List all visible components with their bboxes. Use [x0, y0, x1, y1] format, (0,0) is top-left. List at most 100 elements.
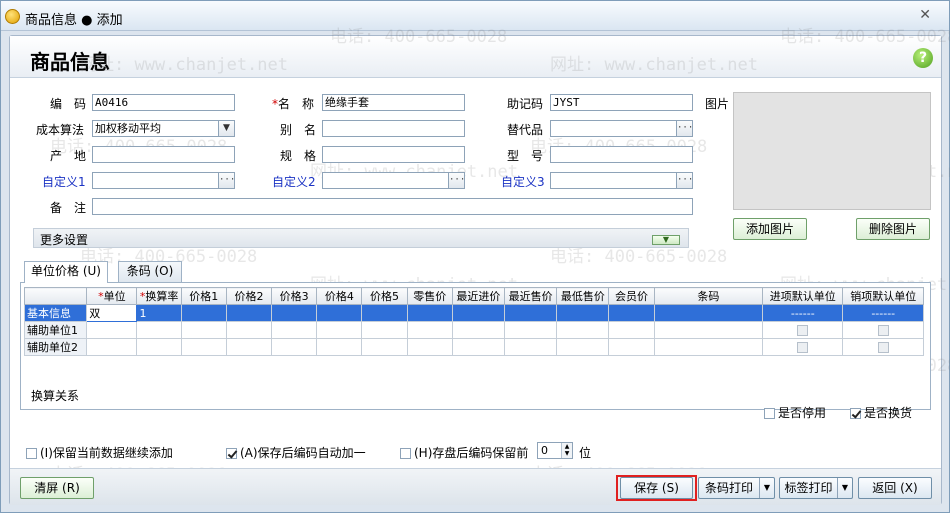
remark-field[interactable]: [92, 198, 693, 215]
custom3-label[interactable]: 自定义3: [501, 173, 545, 190]
delete-image-button[interactable]: 删除图片: [856, 218, 930, 240]
out-default-cell[interactable]: ------: [842, 304, 924, 322]
grid-cell[interactable]: [451, 321, 506, 339]
grid-cell[interactable]: [653, 321, 764, 339]
col-retail[interactable]: 零售价: [406, 287, 453, 305]
close-icon[interactable]: ✕: [919, 7, 931, 23]
table-row[interactable]: 基本信息 双 1 ------ ------: [23, 304, 924, 322]
grid-cell[interactable]: [504, 338, 558, 356]
help-icon[interactable]: ?: [913, 48, 933, 68]
grid-cell[interactable]: [271, 304, 318, 322]
grid-cell[interactable]: [653, 304, 764, 322]
col-min-sale[interactable]: 最低售价: [556, 287, 610, 305]
grid-cell[interactable]: [225, 304, 273, 322]
disabled-checkbox[interactable]: 是否停用: [764, 404, 826, 421]
grid-cell[interactable]: [406, 304, 453, 322]
checkbox-box[interactable]: [764, 408, 775, 419]
out-default-cell[interactable]: [842, 338, 924, 356]
grid-cell[interactable]: [361, 304, 408, 322]
grid-cell[interactable]: [225, 321, 273, 339]
substitute-field[interactable]: ···: [550, 120, 693, 137]
col-price3[interactable]: 价格3: [271, 287, 318, 305]
add-image-button[interactable]: 添加图片: [733, 218, 807, 240]
grid-cell[interactable]: [316, 321, 363, 339]
rate-cell[interactable]: [136, 338, 182, 356]
barcode-print-button[interactable]: 条码打印 ▼: [698, 477, 775, 499]
grid-cell[interactable]: [180, 304, 227, 322]
ellipsis-icon[interactable]: ···: [448, 173, 464, 188]
grid-cell[interactable]: [361, 338, 408, 356]
more-settings-bar[interactable]: 更多设置 ▼: [33, 228, 689, 248]
grid-cell[interactable]: [504, 321, 558, 339]
grid-cell[interactable]: [271, 321, 318, 339]
grid-cell[interactable]: [406, 321, 453, 339]
grid-cell[interactable]: [608, 321, 655, 339]
grid-cell[interactable]: [608, 338, 655, 356]
in-default-cell[interactable]: [762, 338, 844, 356]
table-row[interactable]: 辅助单位1: [23, 321, 924, 339]
grid-cell[interactable]: [504, 304, 558, 322]
custom1-field[interactable]: ···: [92, 172, 235, 189]
grid-cell[interactable]: [608, 304, 655, 322]
col-in-default[interactable]: 进项默认单位: [762, 287, 844, 305]
grid-cell[interactable]: [316, 304, 363, 322]
col-rate[interactable]: *换算率: [136, 287, 182, 305]
col-unit[interactable]: *单位: [86, 287, 138, 305]
grid-cell[interactable]: [556, 321, 610, 339]
keep-data-checkbox[interactable]: (I)保留当前数据继续添加: [26, 444, 173, 461]
grid-cell[interactable]: [451, 338, 506, 356]
col-barcode[interactable]: 条码: [653, 287, 764, 305]
chevron-down-icon[interactable]: ▼: [759, 478, 774, 498]
col-price4[interactable]: 价格4: [316, 287, 363, 305]
checkbox[interactable]: [877, 342, 889, 353]
custom2-field[interactable]: ···: [322, 172, 465, 189]
col-member[interactable]: 会员价: [608, 287, 655, 305]
custom3-field[interactable]: ···: [550, 172, 693, 189]
col-price5[interactable]: 价格5: [361, 287, 408, 305]
grid-cell[interactable]: [180, 338, 227, 356]
col-last-sale[interactable]: 最近售价: [504, 287, 558, 305]
grid-cell[interactable]: [316, 338, 363, 356]
table-row[interactable]: 辅助单位2: [23, 338, 924, 356]
alias-field[interactable]: [322, 120, 465, 137]
digits-stepper[interactable]: 0 ▲ ▼: [537, 442, 573, 459]
cost-method-select[interactable]: 加权移动平均 ▼: [92, 120, 235, 137]
checkbox-box[interactable]: [226, 448, 237, 459]
unit-cell[interactable]: [86, 338, 138, 356]
tab-barcode[interactable]: 条码 (O): [118, 261, 182, 282]
unit-cell[interactable]: [86, 321, 138, 339]
grid-cell[interactable]: [225, 338, 273, 356]
in-default-cell[interactable]: [762, 321, 844, 339]
rate-cell[interactable]: 1: [136, 304, 182, 322]
custom2-label[interactable]: 自定义2: [272, 173, 316, 190]
checkbox-box[interactable]: [26, 448, 37, 459]
out-default-cell[interactable]: [842, 321, 924, 339]
spec-field[interactable]: [322, 146, 465, 163]
in-default-cell[interactable]: ------: [762, 304, 844, 322]
checkbox-box[interactable]: [850, 408, 861, 419]
grid-cell[interactable]: [451, 304, 506, 322]
custom1-label[interactable]: 自定义1: [42, 173, 86, 190]
model-field[interactable]: [550, 146, 693, 163]
grid-cell[interactable]: [653, 338, 764, 356]
chevron-down-icon[interactable]: ▼: [218, 121, 234, 136]
exchangeable-checkbox[interactable]: 是否换货: [850, 404, 912, 421]
col-last-purchase[interactable]: 最近进价: [451, 287, 506, 305]
keep-prefix-checkbox[interactable]: (H)存盘后编码保留前: [400, 444, 528, 461]
name-field[interactable]: 绝缘手套: [322, 94, 465, 111]
grid-cell[interactable]: [556, 304, 610, 322]
grid-cell[interactable]: [556, 338, 610, 356]
chevron-down-icon[interactable]: ▼: [652, 235, 680, 245]
col-out-default[interactable]: 销项默认单位: [842, 287, 924, 305]
return-button[interactable]: 返回 (X): [858, 477, 932, 499]
origin-field[interactable]: [92, 146, 235, 163]
grid-cell[interactable]: [361, 321, 408, 339]
auto-increment-checkbox[interactable]: (A)保存后编码自动加一: [226, 444, 366, 461]
label-print-button[interactable]: 标签打印 ▼: [779, 477, 853, 499]
code-field[interactable]: A0416: [92, 94, 235, 111]
ellipsis-icon[interactable]: ···: [218, 173, 234, 188]
grid-cell[interactable]: [406, 338, 453, 356]
ellipsis-icon[interactable]: ···: [676, 121, 692, 136]
ellipsis-icon[interactable]: ···: [676, 173, 692, 188]
clear-button[interactable]: 清屏 (R): [20, 477, 94, 499]
